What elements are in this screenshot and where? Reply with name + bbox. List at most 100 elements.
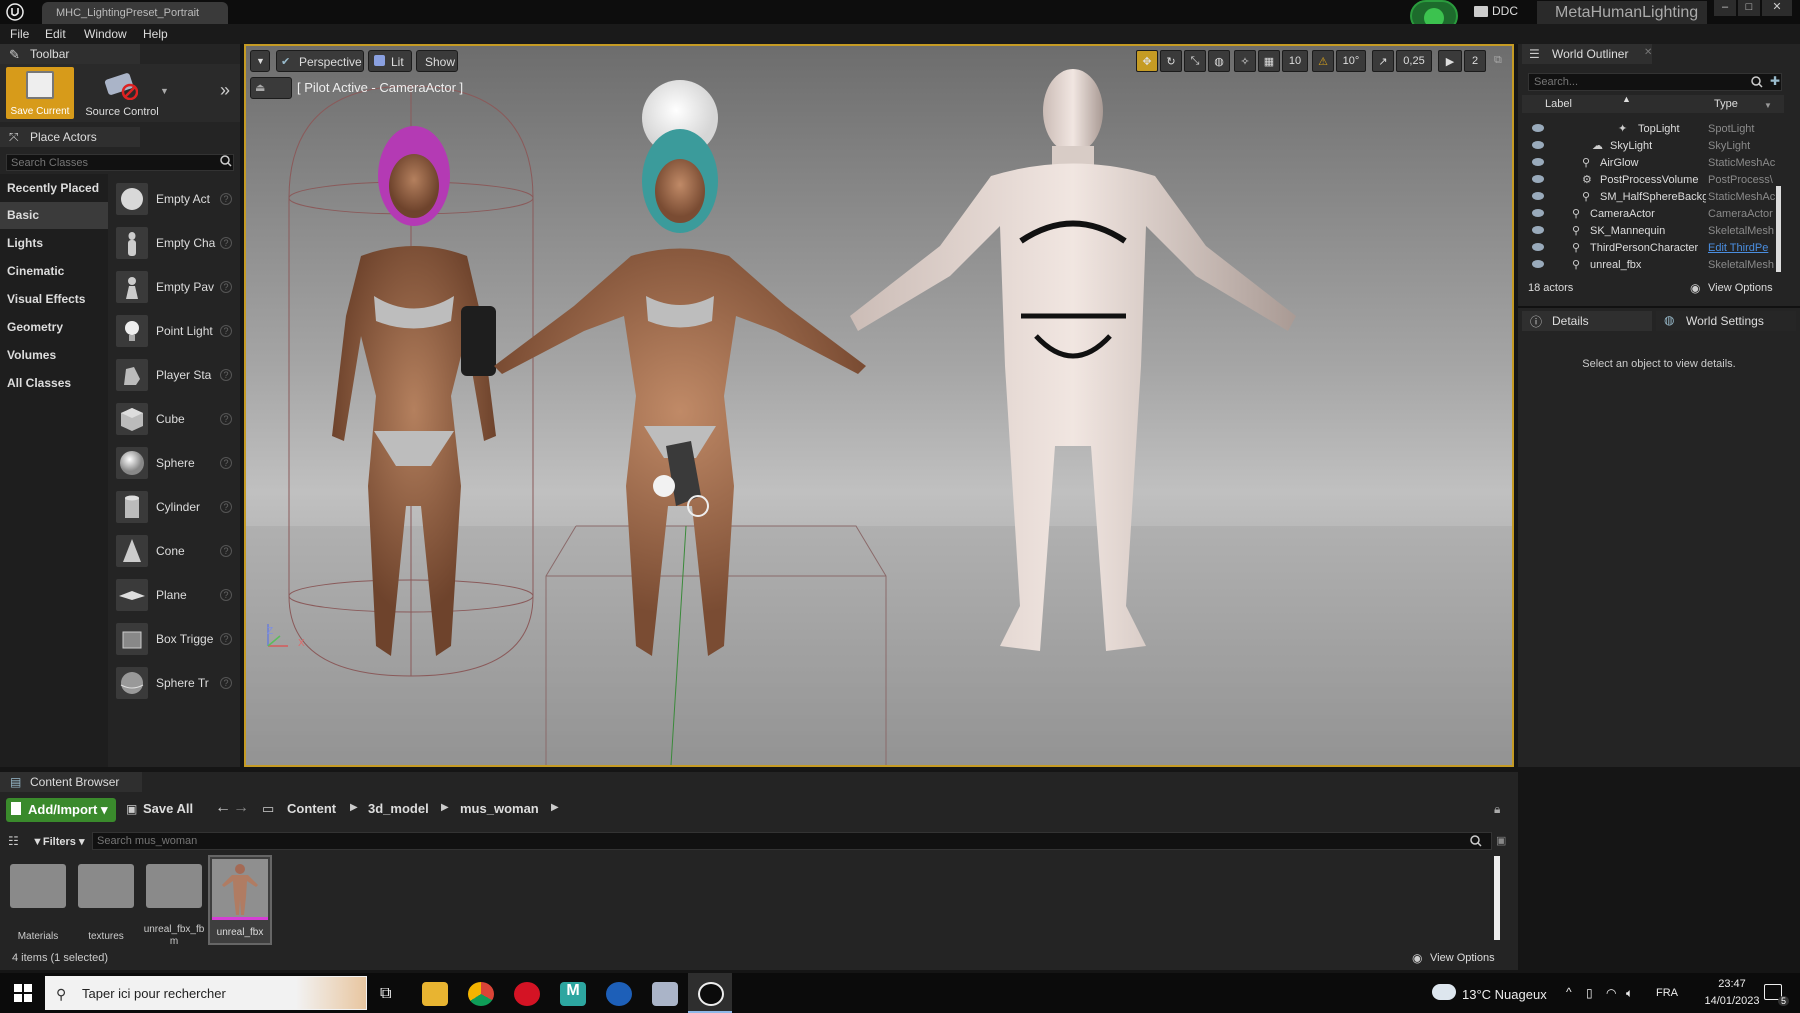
world-settings-tab[interactable]: World Settings <box>1656 311 1796 331</box>
category-geometry[interactable]: Geometry <box>0 314 108 341</box>
category-lights[interactable]: Lights <box>0 230 108 257</box>
rotation-snap-value[interactable]: 10° <box>1336 50 1366 72</box>
back-arrow-icon[interactable]: ← <box>215 799 231 817</box>
help-icon[interactable]: ? <box>220 369 232 381</box>
folder-icon[interactable] <box>146 864 202 908</box>
category-basic[interactable]: Basic <box>0 202 108 229</box>
help-icon[interactable]: ? <box>220 193 232 205</box>
actor-empty-actor[interactable]: Empty Act? <box>116 179 236 219</box>
actor-player-start[interactable]: Player Sta? <box>116 355 236 395</box>
edit-blueprint-link[interactable]: Edit ThirdPe <box>1708 242 1784 254</box>
visibility-eye-icon[interactable] <box>1532 260 1544 268</box>
surface-snap-button[interactable]: ✧ <box>1234 50 1256 72</box>
actor-sphere[interactable]: Sphere? <box>116 443 236 483</box>
maximize-viewport-icon[interactable]: ⧉ <box>1494 54 1502 67</box>
weather-text[interactable]: 13°C Nuageux <box>1462 987 1547 1002</box>
scale-mode-button[interactable]: ⤡ <box>1184 50 1206 72</box>
asset-tile-selected[interactable]: unreal_fbx <box>208 855 272 945</box>
outliner-row[interactable]: ☁ SkyLight SkyLight <box>1522 138 1784 155</box>
battery-icon[interactable]: ▯ <box>1586 986 1593 1000</box>
folder-icon[interactable] <box>10 864 66 908</box>
show-button[interactable]: Show <box>416 50 458 72</box>
content-search-input[interactable] <box>92 832 1492 850</box>
add-import-button[interactable]: Add/Import ▾ <box>6 798 116 822</box>
menu-edit[interactable]: Edit <box>45 27 66 41</box>
task-view-icon[interactable]: ⧉ <box>380 985 391 1003</box>
actor-box-trigger[interactable]: Box Trigge? <box>116 619 236 659</box>
translate-mode-button[interactable]: ✥ <box>1136 50 1158 72</box>
breadcrumb-content[interactable]: Content <box>287 801 336 816</box>
outliner-row[interactable]: ⚲ unreal_fbx SkeletalMesh <box>1522 257 1784 274</box>
lock-icon[interactable]: 🔒︎ <box>1494 802 1500 817</box>
category-visual-effects[interactable]: Visual Effects <box>0 286 108 313</box>
content-scrollbar[interactable] <box>1494 856 1500 940</box>
breadcrumb-chevron-icon[interactable]: ▶ <box>551 802 559 813</box>
help-icon[interactable]: ? <box>220 633 232 645</box>
category-all-classes[interactable]: All Classes <box>0 370 108 397</box>
world-local-toggle-button[interactable]: ◍ <box>1208 50 1230 72</box>
menu-window[interactable]: Window <box>84 27 127 41</box>
network-icon[interactable]: ◠ <box>1606 986 1616 1000</box>
visibility-eye-icon[interactable] <box>1532 158 1544 166</box>
toolbar-panel-tab[interactable]: Toolbar <box>0 44 140 64</box>
actor-sphere-trigger[interactable]: Sphere Tr? <box>116 663 236 703</box>
outliner-row[interactable]: ⚲ SK_Mannequin SkeletalMesh <box>1522 223 1784 240</box>
filters-button[interactable]: ▼Filters ▾ <box>32 835 84 848</box>
help-icon[interactable]: ? <box>220 457 232 469</box>
outliner-scrollbar[interactable] <box>1776 186 1781 272</box>
actor-point-light[interactable]: Point Light? <box>116 311 236 351</box>
actor-plane[interactable]: Plane? <box>116 575 236 615</box>
scale-snap-icon[interactable]: ↗ <box>1372 50 1394 72</box>
app-m-icon[interactable]: M <box>560 982 586 1006</box>
forward-arrow-icon[interactable]: → <box>233 799 249 817</box>
help-icon[interactable]: ? <box>220 325 232 337</box>
help-icon[interactable]: ? <box>220 237 232 249</box>
save-all-button[interactable]: Save All <box>143 801 193 816</box>
source-control-button[interactable] <box>104 70 138 100</box>
chrome-icon[interactable] <box>468 982 494 1006</box>
content-view-options[interactable]: View Options <box>1430 952 1495 964</box>
ddc-label[interactable]: DDC <box>1492 4 1518 18</box>
outliner-settings-icon[interactable]: ✚ <box>1770 74 1780 88</box>
help-icon[interactable]: ? <box>220 677 232 689</box>
grid-snap-value[interactable]: 10 <box>1282 50 1308 72</box>
maximize-button[interactable]: □ <box>1738 0 1760 16</box>
menu-file[interactable]: File <box>10 27 29 41</box>
rotate-mode-button[interactable]: ↻ <box>1160 50 1182 72</box>
app-window-icon[interactable] <box>652 982 678 1006</box>
show-hidden-icons-chevron-icon[interactable]: ^ <box>1566 985 1572 999</box>
outliner-row[interactable]: ⚲ ThirdPersonCharacter Edit ThirdPe <box>1522 240 1784 257</box>
actor-cone[interactable]: Cone? <box>116 531 236 571</box>
camera-speed-value[interactable]: 2 <box>1464 50 1486 72</box>
save-search-icon[interactable]: ▣ <box>1496 834 1506 847</box>
category-volumes[interactable]: Volumes <box>0 342 108 369</box>
clock-time[interactable]: 23:47 <box>1702 978 1762 990</box>
outliner-search-input[interactable] <box>1528 73 1782 91</box>
grid-snap-icon[interactable]: ▦ <box>1258 50 1280 72</box>
actor-cylinder[interactable]: Cylinder? <box>116 487 236 527</box>
level-viewport[interactable] <box>244 44 1514 767</box>
close-tab-icon[interactable]: ✕ <box>1644 47 1652 58</box>
camera-speed-icon[interactable]: ▶ <box>1438 50 1462 72</box>
language-indicator[interactable]: FRA <box>1656 987 1678 999</box>
outliner-row[interactable]: ⚙ PostProcessVolume PostProcess\ <box>1522 172 1784 189</box>
outliner-col-label[interactable]: Label <box>1545 98 1572 110</box>
outliner-col-type[interactable]: Type <box>1714 98 1738 110</box>
actor-empty-pawn[interactable]: Empty Pav? <box>116 267 236 307</box>
outliner-row[interactable]: ⚲ AirGlow StaticMeshAc <box>1522 155 1784 172</box>
toolbar-overflow-chevron-icon[interactable]: » <box>220 80 230 101</box>
search-classes-input[interactable] <box>6 154 234 171</box>
help-icon[interactable]: ? <box>220 545 232 557</box>
help-icon[interactable]: ? <box>220 413 232 425</box>
help-icon[interactable]: ? <box>220 589 232 601</box>
file-explorer-icon[interactable] <box>422 982 448 1006</box>
clock-date[interactable]: 14/01/2023 <box>1690 995 1774 1007</box>
breadcrumb-chevron-icon[interactable]: ▶ <box>350 802 358 813</box>
help-icon[interactable]: ? <box>220 281 232 293</box>
visibility-eye-icon[interactable] <box>1532 243 1544 251</box>
outliner-row[interactable]: ✦ TopLight SpotLight <box>1522 121 1784 138</box>
windows-start-icon[interactable] <box>14 984 32 1002</box>
visibility-eye-icon[interactable] <box>1532 141 1544 149</box>
app-c-icon[interactable] <box>606 982 632 1006</box>
viewport-options-dropdown[interactable]: ▼ <box>250 50 270 72</box>
